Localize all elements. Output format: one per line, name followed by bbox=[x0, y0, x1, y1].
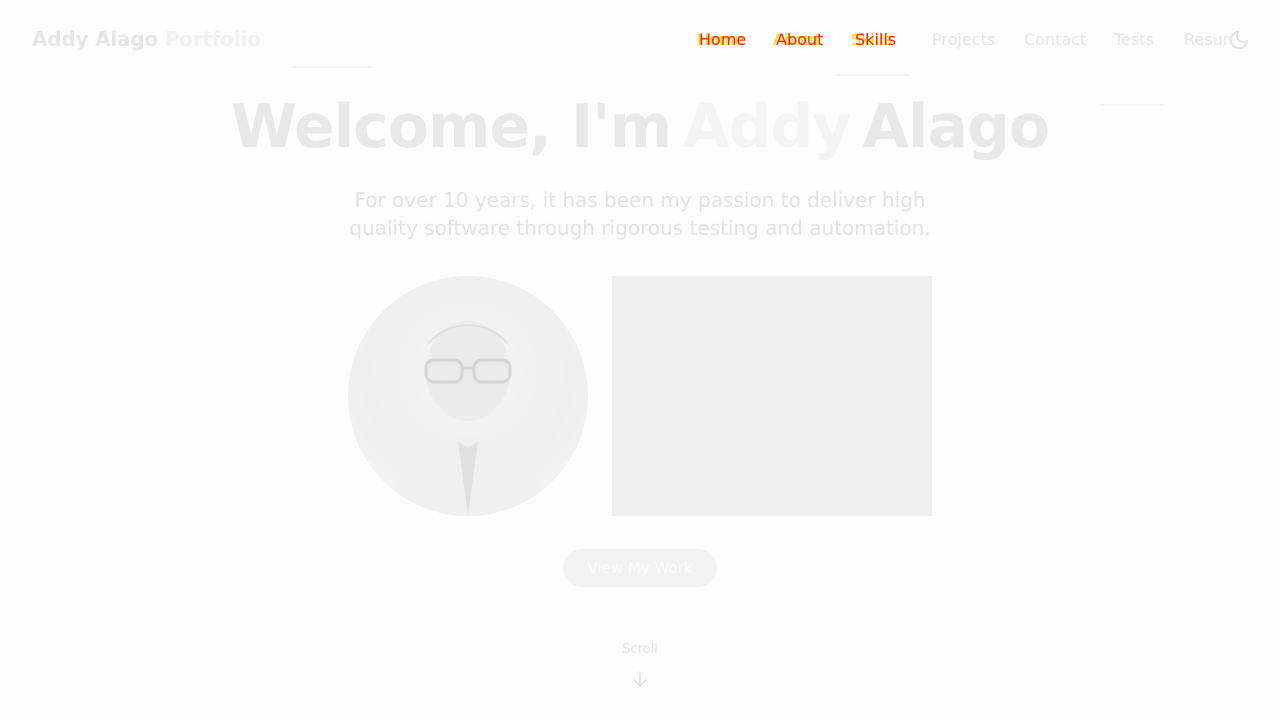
person-portrait-icon bbox=[388, 321, 548, 516]
video-placeholder[interactable] bbox=[612, 276, 932, 516]
hero-title-prefix: Welcome, I'm bbox=[230, 92, 672, 162]
hero-title: Welcome, I'm Addy Alago bbox=[0, 92, 1280, 162]
portfolio-page: Addy Alago Portfolio Home Home About Abo… bbox=[0, 0, 1280, 720]
nav-underline bbox=[292, 66, 372, 68]
theme-toggle-button[interactable] bbox=[1228, 29, 1250, 51]
nav-underline bbox=[836, 74, 910, 76]
nav-item-contact[interactable]: Contact bbox=[1024, 30, 1086, 49]
profile-photo bbox=[348, 276, 588, 516]
nav-item-resume[interactable]: Resume bbox=[1184, 30, 1230, 49]
main-nav: Home Home About About Skills Skills Proj… bbox=[0, 0, 1280, 106]
nav-item-tests[interactable]: Tests bbox=[1114, 30, 1154, 49]
hero-subtitle: For over 10 years, it has been my passio… bbox=[349, 188, 931, 240]
nav-item-about[interactable]: About bbox=[776, 30, 823, 49]
view-my-work-button[interactable]: View My Work bbox=[563, 549, 717, 587]
nav-item-projects[interactable]: Projects bbox=[932, 30, 995, 49]
nav-item-home[interactable]: Home bbox=[699, 30, 746, 49]
hero-title-first-name: Addy bbox=[683, 92, 851, 162]
moon-icon bbox=[1229, 30, 1249, 50]
nav-item-skills[interactable]: Skills bbox=[855, 30, 896, 49]
scroll-label[interactable]: Scroll bbox=[0, 642, 1280, 657]
hero-title-last-name: Alago bbox=[862, 92, 1050, 162]
arrow-down-icon[interactable] bbox=[632, 670, 648, 688]
